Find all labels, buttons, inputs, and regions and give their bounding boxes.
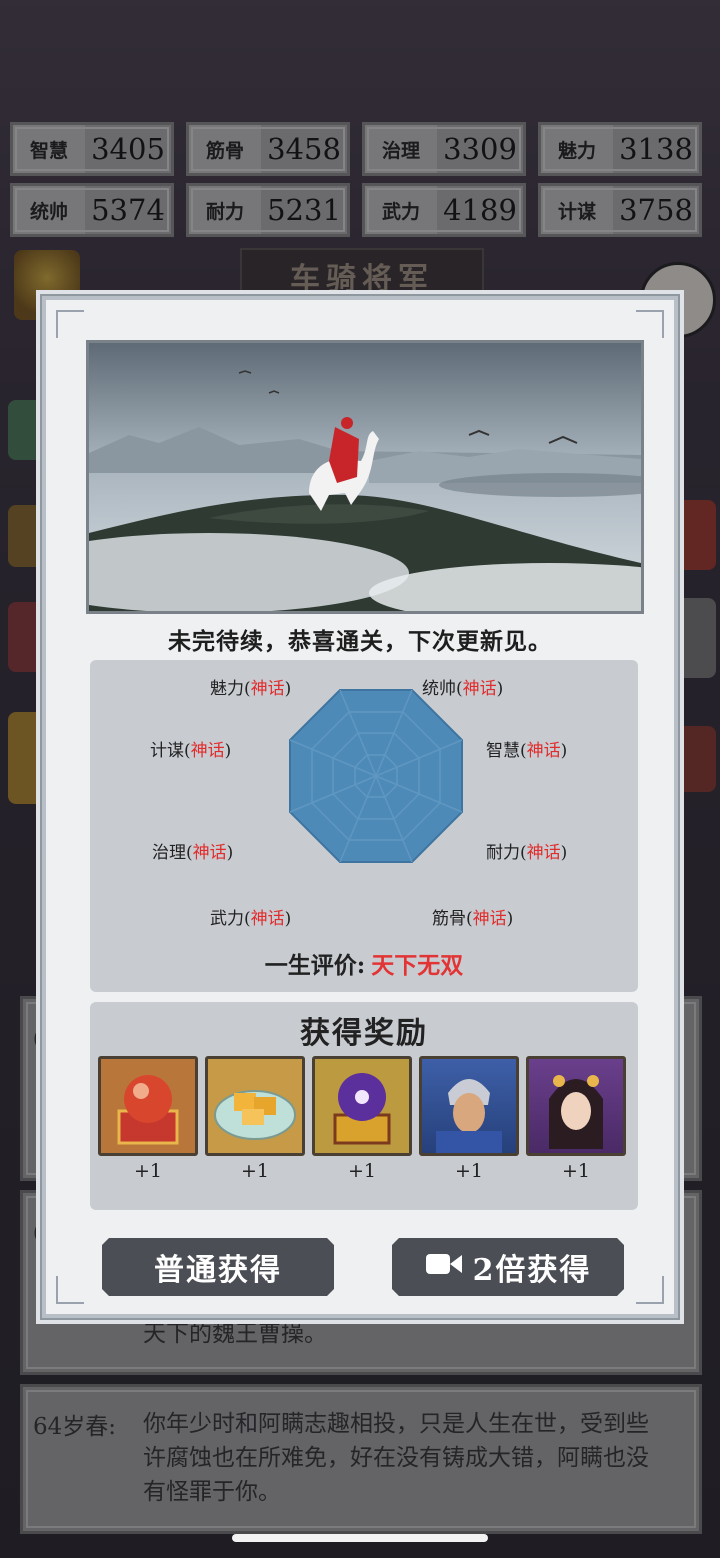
corner-ornament: [56, 1276, 84, 1304]
attr-command: 统帅(神话): [422, 679, 504, 699]
ending-illustration: [86, 340, 644, 614]
rating-value: 天下无双: [371, 952, 464, 979]
reward-qty: +1: [454, 1160, 483, 1182]
reward-item[interactable]: +1: [526, 1056, 626, 1182]
reward-qty: +1: [240, 1160, 269, 1182]
red-orb-chest-icon: [98, 1056, 198, 1156]
attr-stamina: 耐力(神话): [486, 843, 568, 863]
purple-orb-chest-icon: [312, 1056, 412, 1156]
reward-qty: +1: [561, 1160, 590, 1182]
corner-ornament: [636, 310, 664, 338]
attr-force: 武力(神话): [210, 909, 292, 929]
normal-claim-label: 普通获得: [154, 1253, 282, 1288]
lady-portrait-icon: [526, 1056, 626, 1156]
home-indicator: [232, 1534, 488, 1542]
attr-governance: 治理(神话): [152, 843, 234, 863]
corner-ornament: [56, 310, 84, 338]
attr-wisdom: 智慧(神话): [486, 741, 568, 761]
general-portrait-icon: [419, 1056, 519, 1156]
finish-message: 未完待续，恭喜通关，下次更新见。: [168, 628, 552, 655]
rating-label: 一生评价:: [264, 952, 366, 979]
attr-charisma: 魅力(神话): [210, 679, 292, 699]
attr-strategy: 计谋(神话): [150, 741, 232, 761]
video-camera-icon: [425, 1250, 463, 1285]
completion-modal: 未完待续，恭喜通关，下次更新见。 魅力(神话) 统帅(神话) 计谋(神话) 智慧…: [40, 294, 680, 1320]
rewards-title: 获得奖励: [300, 1016, 428, 1051]
double-claim-button[interactable]: 2倍获得: [392, 1238, 624, 1296]
attribute-radar-panel: 魅力(神话) 统帅(神话) 计谋(神话) 智慧(神话) 治理(神话) 耐力(神话…: [90, 660, 638, 992]
reward-item[interactable]: +1: [98, 1056, 198, 1182]
reward-item[interactable]: +1: [312, 1056, 412, 1182]
corner-ornament: [636, 1276, 664, 1304]
double-claim-label: 2倍获得: [472, 1253, 592, 1288]
normal-claim-button[interactable]: 普通获得: [102, 1238, 334, 1296]
radar-chart: [289, 689, 463, 863]
reward-qty: +1: [347, 1160, 376, 1182]
attr-physique: 筋骨(神话): [432, 909, 514, 929]
life-rating: 一生评价: 天下无双: [90, 946, 638, 980]
reward-qty: +1: [133, 1160, 162, 1182]
reward-item[interactable]: +1: [205, 1056, 305, 1182]
rewards-panel: 获得奖励 +1 +1 +1 +1 +1: [90, 1002, 638, 1210]
reward-item[interactable]: +1: [419, 1056, 519, 1182]
gold-ingots-icon: [205, 1056, 305, 1156]
